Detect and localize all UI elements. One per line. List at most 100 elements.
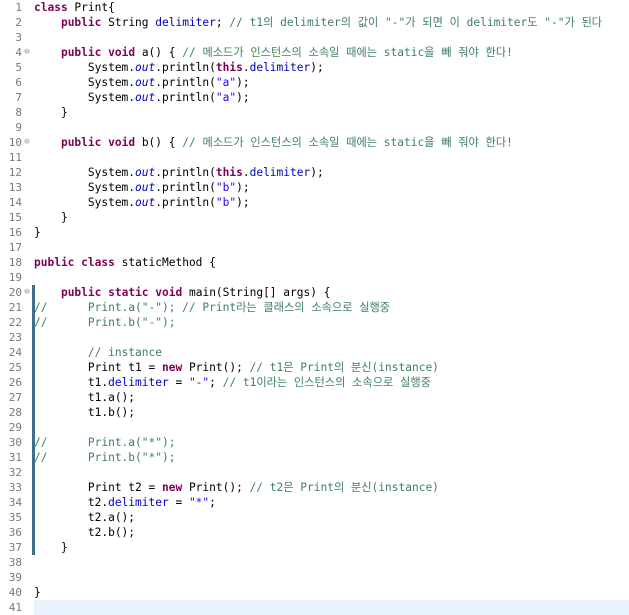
code-line[interactable]: } [34,585,629,600]
code-line[interactable] [34,120,629,135]
code-line[interactable]: // Print.b("*"); [34,450,629,465]
code-token: System. [34,166,136,179]
comment-token: // t1의 delimiter의 값이 "-"가 되면 이 delimiter… [229,16,603,29]
code-token: .println( [155,76,216,89]
string-literal: "b" [215,181,237,194]
code-line[interactable]: public void b() { // 메소드가 인스턴스의 소속일 때에는 … [34,135,629,150]
static-field-token: out [135,61,156,74]
code-line[interactable]: public String delimiter; // t1의 delimite… [34,15,629,30]
keyword-token: static [108,286,149,299]
code-token: t2.a(); [34,511,136,524]
code-line[interactable]: System.out.println(this.delimiter); [34,165,629,180]
code-line[interactable]: // instance [34,345,629,360]
code-editor[interactable]: 1 2 3 4 ⊖ 5 6 7 8 9 10 ⊖ 11 12 13 14 15 16 17 18 19 20 ⊖ 21 22 23… [0,0,629,615]
code-text-area[interactable]: class Print{ public String delimiter; //… [34,0,629,615]
code-token: = [168,496,189,509]
line-number-gutter[interactable]: 1 2 3 4 ⊖ 5 6 7 8 9 10 ⊖ 11 12 13 14 15 16 17 18 19 20 ⊖ 21 22 23… [0,0,35,614]
code-token: Print(); [182,361,250,374]
line-number: 31 [8,451,22,464]
keyword-token: new [161,361,183,374]
collapse-minus-icon[interactable]: ⊖ [22,45,32,60]
code-line[interactable]: public void a() { // 메소드가 인스턴스의 소속일 때에는 … [34,45,629,60]
line-number: 38 [8,556,22,569]
code-line[interactable]: public static void main(String[] args) { [34,285,629,300]
keyword-token: void [108,46,136,59]
code-line[interactable] [34,150,629,165]
code-token: Print(); [182,481,250,494]
code-line[interactable]: } [34,540,629,555]
code-token: t1.a(); [34,391,136,404]
code-line[interactable]: System.out.println(this.delimiter); [34,60,629,75]
code-line[interactable]: t2.b(); [34,525,629,540]
current-code-line[interactable] [34,600,629,615]
code-line[interactable]: System.out.println("a"); [34,90,629,105]
string-literal: "a" [215,76,237,89]
code-line[interactable]: class Print{ [34,0,629,15]
collapse-minus-icon[interactable]: ⊖ [22,135,32,150]
code-line[interactable]: } [34,225,629,240]
code-line[interactable]: t1.b(); [34,405,629,420]
code-line[interactable] [34,240,629,255]
keyword-token: void [108,136,136,149]
collapse-minus-icon[interactable]: ⊖ [22,285,32,300]
code-token: a() { [135,46,183,59]
line-number: 3 [15,31,22,44]
line-number: 6 [15,76,22,89]
code-line[interactable]: // Print.a("*"); [34,435,629,450]
line-number: 22 [8,316,22,329]
code-token: ); [310,166,324,179]
string-literal: "a" [215,91,237,104]
static-field-token: out [135,166,156,179]
line-number: 17 [8,241,22,254]
line-number: 34 [8,496,22,509]
string-literal: "*" [188,496,210,509]
line-number: 7 [15,91,22,104]
code-token: . [242,166,250,179]
field-token: delimiter [108,496,169,509]
code-line[interactable] [34,465,629,480]
code-line[interactable]: t1.a(); [34,390,629,405]
code-line[interactable]: System.out.println("b"); [34,180,629,195]
code-line[interactable] [34,330,629,345]
code-line[interactable]: } [34,210,629,225]
code-line[interactable] [34,420,629,435]
code-line[interactable]: t2.delimiter = "*"; [34,495,629,510]
code-line[interactable]: Print t1 = new Print(); // t1은 Print의 분신… [34,360,629,375]
line-number: 5 [15,61,22,74]
comment-token: // Print.a("-"); // Print라는 클래스의 소속으로 실행… [34,301,391,314]
code-token: .println( [155,181,216,194]
code-line[interactable]: t1.delimiter = "-"; // t1이라는 인스턴스의 소속으로 … [34,375,629,390]
line-number: 37 [8,541,22,554]
code-line[interactable]: System.out.println("b"); [34,195,629,210]
code-token: .println( [155,61,216,74]
code-line[interactable]: public class staticMethod { [34,255,629,270]
code-line[interactable]: System.out.println("a"); [34,75,629,90]
keyword-token: this [215,61,243,74]
keyword-token: public [60,16,102,29]
comment-token: // t2은 Print의 분신(instance) [249,481,439,494]
line-number: 19 [8,271,22,284]
keyword-token: new [161,481,183,494]
line-number: 18 [8,256,22,269]
code-token: System. [34,181,136,194]
line-number: 9 [15,121,22,134]
code-token: } [34,586,41,599]
code-line[interactable] [34,30,629,45]
code-token: } [34,226,41,239]
code-line[interactable]: } [34,105,629,120]
code-token: System. [34,76,136,89]
code-line[interactable] [34,270,629,285]
code-token: ; [209,376,223,389]
code-line[interactable]: // Print.a("-"); // Print라는 클래스의 소속으로 실행… [34,300,629,315]
code-line[interactable] [34,555,629,570]
code-line[interactable] [34,570,629,585]
code-line[interactable]: // Print.b("-"); [34,315,629,330]
static-field-token: out [135,76,156,89]
code-line[interactable]: t2.a(); [34,510,629,525]
line-number: 41 [8,601,22,614]
code-token: b() { [135,136,183,149]
code-line[interactable]: Print t2 = new Print(); // t2은 Print의 분신… [34,480,629,495]
code-token: System. [34,91,136,104]
field-token: delimiter [108,376,169,389]
